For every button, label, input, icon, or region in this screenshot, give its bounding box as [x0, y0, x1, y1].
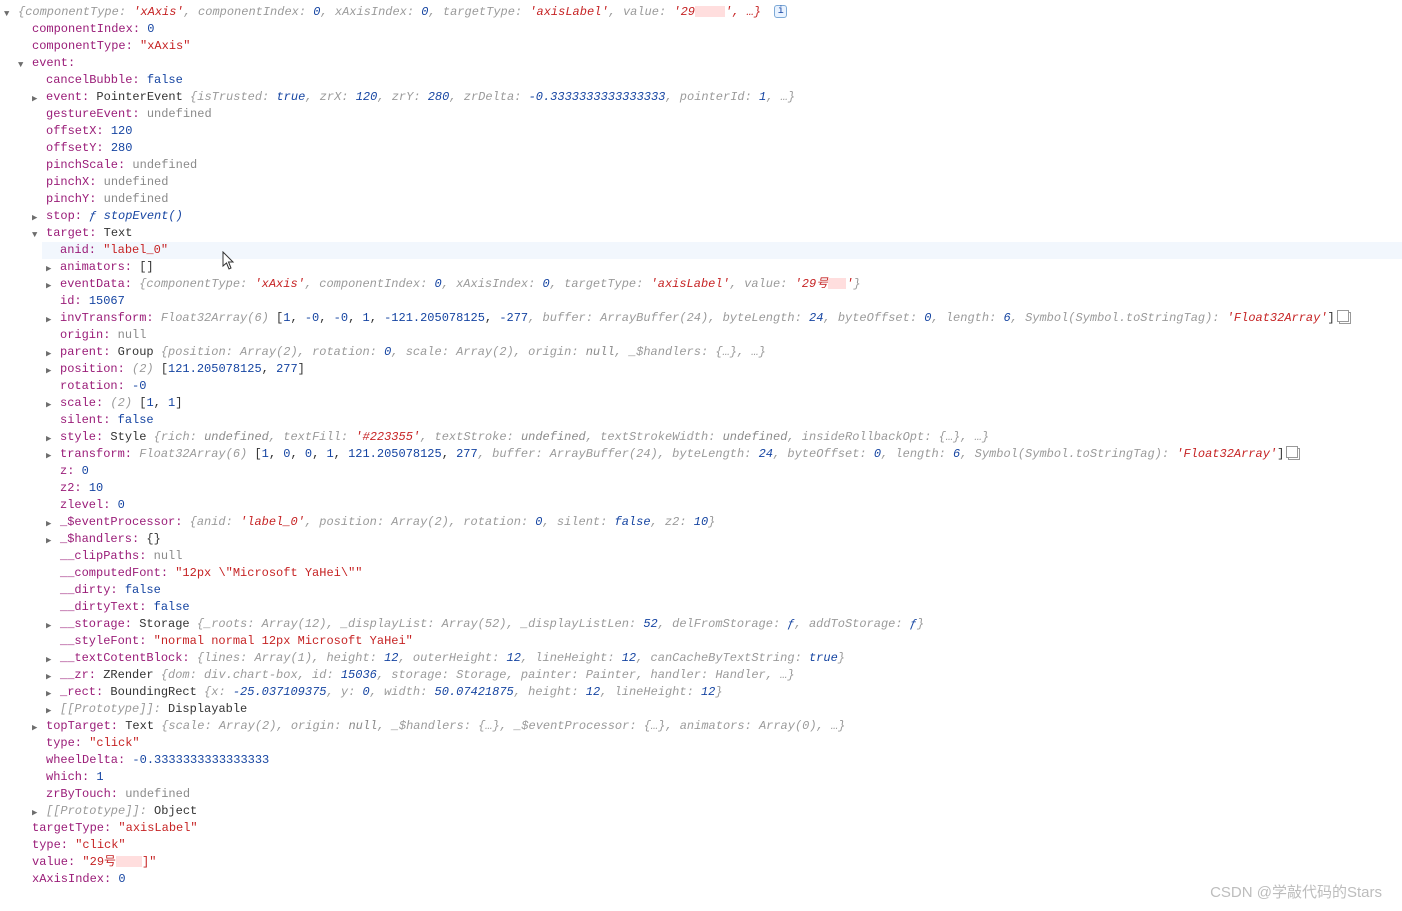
prop-clippaths[interactable]: __clipPaths: null	[42, 548, 1402, 565]
expand-toggle[interactable]	[46, 516, 57, 527]
prop-parent[interactable]: parent: Group {position: Array(2), rotat…	[42, 344, 1402, 361]
prop-seventprocessor[interactable]: _$eventProcessor: {anid: 'label_0', posi…	[42, 514, 1402, 531]
prop-value[interactable]: value: "29号]"	[14, 854, 1402, 871]
prop-pinchY[interactable]: pinchY: undefined	[28, 191, 1402, 208]
prop-style[interactable]: style: Style {rich: undefined, textFill:…	[42, 429, 1402, 446]
expand-toggle[interactable]	[46, 397, 57, 408]
prop-target[interactable]: target: Text	[28, 225, 1402, 242]
prop-position[interactable]: position: (2) [121.205078125, 277]	[42, 361, 1402, 378]
prop-textcotentblock[interactable]: __textCotentBlock: {lines: Array(1), hei…	[42, 650, 1402, 667]
expand-toggle[interactable]	[18, 57, 29, 68]
expand-toggle[interactable]	[46, 261, 57, 272]
prop-type[interactable]: type: "click"	[28, 735, 1402, 752]
expand-toggle[interactable]	[32, 210, 43, 221]
expand-toggle[interactable]	[32, 805, 43, 816]
prop-dirty[interactable]: __dirty: false	[42, 582, 1402, 599]
prop-prototype[interactable]: [[Prototype]]: Displayable	[42, 701, 1402, 718]
prop-event-pointerevent[interactable]: event: PointerEvent {isTrusted: true, zr…	[28, 89, 1402, 106]
prop-z2[interactable]: z2: 10	[42, 480, 1402, 497]
text: {componentType:	[18, 5, 133, 19]
prop-animators[interactable]: animators: []	[42, 259, 1402, 276]
prop-stop[interactable]: stop: ƒ stopEvent()	[28, 208, 1402, 225]
prop-offsetX[interactable]: offsetX: 120	[28, 123, 1402, 140]
expand-toggle[interactable]	[32, 720, 43, 731]
prop-shandlers[interactable]: _$handlers: {}	[42, 531, 1402, 548]
expand-toggle[interactable]	[46, 312, 57, 323]
prop-eventData[interactable]: eventData: {componentType: 'xAxis', comp…	[42, 276, 1402, 293]
expand-toggle[interactable]	[46, 652, 57, 663]
expand-toggle[interactable]	[46, 533, 57, 544]
prop-pinchScale[interactable]: pinchScale: undefined	[28, 157, 1402, 174]
prop-stylefont[interactable]: __styleFont: "normal normal 12px Microso…	[42, 633, 1402, 650]
prop-origin[interactable]: origin: null	[42, 327, 1402, 344]
expand-toggle[interactable]	[46, 278, 57, 289]
redacted	[828, 278, 846, 289]
expand-toggle[interactable]	[46, 448, 57, 459]
expand-toggle[interactable]	[46, 703, 57, 714]
prop-gestureEvent[interactable]: gestureEvent: undefined	[28, 106, 1402, 123]
copy-icon[interactable]	[1339, 312, 1351, 324]
expand-toggle[interactable]	[46, 363, 57, 374]
prop-targettype[interactable]: targetType: "axisLabel"	[14, 820, 1402, 837]
expand-toggle[interactable]	[4, 6, 15, 17]
prop-zlevel[interactable]: zlevel: 0	[42, 497, 1402, 514]
redacted	[116, 856, 142, 867]
prop-xaxisindex[interactable]: xAxisIndex: 0	[14, 871, 1402, 888]
prop-anid[interactable]: anid: "label_0"	[42, 242, 1402, 259]
prop-invTransform[interactable]: invTransform: Float32Array(6) [1, -0, -0…	[42, 310, 1402, 327]
prop-dirtytext[interactable]: __dirtyText: false	[42, 599, 1402, 616]
prop-type-outer[interactable]: type: "click"	[14, 837, 1402, 854]
prop-zrbytouch[interactable]: zrByTouch: undefined	[28, 786, 1402, 803]
expand-toggle[interactable]	[32, 91, 43, 102]
prop-componentIndex[interactable]: componentIndex: 0	[14, 21, 1402, 38]
expand-toggle[interactable]	[32, 227, 43, 238]
prop-offsetY[interactable]: offsetY: 280	[28, 140, 1402, 157]
expand-toggle[interactable]	[46, 431, 57, 442]
prop-rotation[interactable]: rotation: -0	[42, 378, 1402, 395]
prop-computedfont[interactable]: __computedFont: "12px \"Microsoft YaHei\…	[42, 565, 1402, 582]
copy-icon[interactable]	[1288, 448, 1300, 460]
prop-cancelBubble[interactable]: cancelBubble: false	[28, 72, 1402, 89]
expand-toggle[interactable]	[46, 669, 57, 680]
prop-silent[interactable]: silent: false	[42, 412, 1402, 429]
prop-scale[interactable]: scale: (2) [1, 1]	[42, 395, 1402, 412]
redacted	[695, 6, 725, 17]
prop-wheeldelta[interactable]: wheelDelta: -0.3333333333333333	[28, 752, 1402, 769]
prop-pinchX[interactable]: pinchX: undefined	[28, 174, 1402, 191]
prop-event[interactable]: event:	[14, 55, 1402, 72]
prop-prototype-event[interactable]: [[Prototype]]: Object	[28, 803, 1402, 820]
prop-zr[interactable]: __zr: ZRender {dom: div.chart-box, id: 1…	[42, 667, 1402, 684]
prop-rect[interactable]: _rect: BoundingRect {x: -25.037109375, y…	[42, 684, 1402, 701]
prop-transform[interactable]: transform: Float32Array(6) [1, 0, 0, 1, …	[42, 446, 1402, 463]
prop-toptarget[interactable]: topTarget: Text {scale: Array(2), origin…	[28, 718, 1402, 735]
expand-toggle[interactable]	[46, 686, 57, 697]
prop-id[interactable]: id: 15067	[42, 293, 1402, 310]
info-icon[interactable]: i	[774, 5, 787, 18]
prop-storage[interactable]: __storage: Storage {_roots: Array(12), _…	[42, 616, 1402, 633]
expand-toggle[interactable]	[46, 618, 57, 629]
prop-componentType[interactable]: componentType: "xAxis"	[14, 38, 1402, 55]
console-object-summary[interactable]: {componentType: 'xAxis', componentIndex:…	[0, 4, 1402, 21]
prop-z[interactable]: z: 0	[42, 463, 1402, 480]
prop-which[interactable]: which: 1	[28, 769, 1402, 786]
expand-toggle[interactable]	[46, 346, 57, 357]
